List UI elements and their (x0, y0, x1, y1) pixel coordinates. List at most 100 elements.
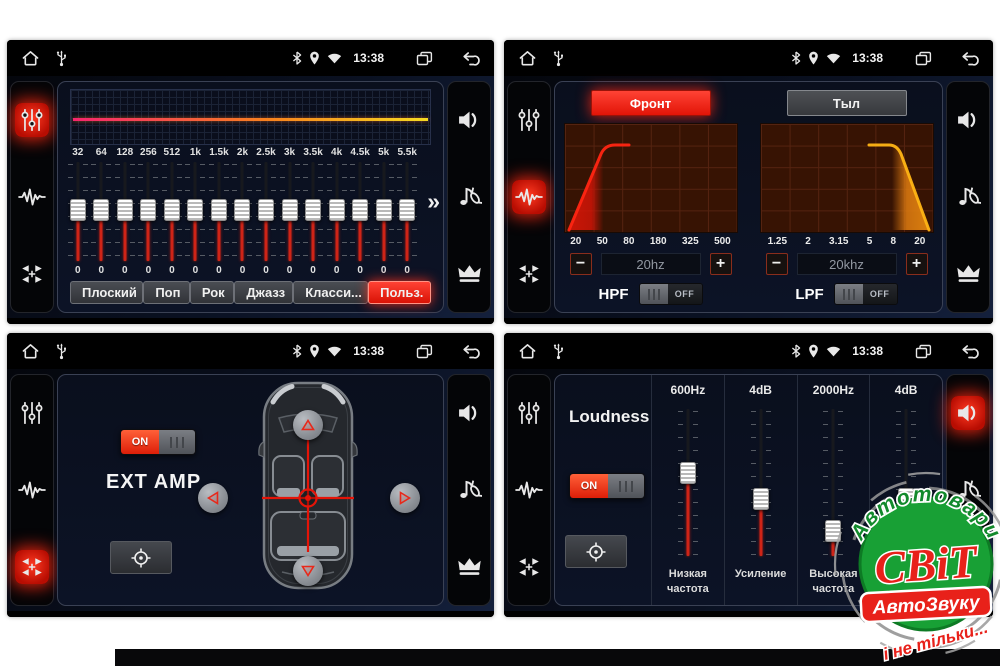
recents-icon[interactable] (416, 51, 433, 66)
toolbar-equalizer-button[interactable] (512, 103, 546, 137)
loudness-reset-button[interactable] (565, 535, 627, 568)
toolbar-volume-button[interactable] (452, 103, 486, 137)
eq-band-slider[interactable] (208, 160, 230, 264)
eq-band-slider[interactable] (137, 160, 159, 264)
slider-knob[interactable] (680, 462, 696, 484)
eq-band-slider[interactable] (161, 160, 183, 264)
balance-center-button[interactable] (110, 541, 172, 574)
hpf-plus-button[interactable]: + (710, 253, 732, 275)
toolbar-volume-button[interactable] (452, 396, 486, 430)
hpf-minus-button[interactable]: − (570, 253, 592, 275)
home-icon[interactable] (518, 50, 537, 67)
lpf-switch[interactable]: OFF (834, 283, 898, 305)
toolbar-balance-button[interactable] (15, 550, 49, 584)
toolbar-crown-button[interactable] (452, 550, 486, 584)
toolbar-volume-button[interactable] (951, 103, 985, 137)
back-icon[interactable] (461, 344, 480, 359)
slider-red-fill (217, 217, 220, 261)
music-speaker-icon (456, 478, 482, 502)
preset-button[interactable]: Польз. (368, 281, 431, 304)
slider-knob[interactable] (164, 199, 180, 221)
toolbar-balance-button[interactable] (15, 257, 49, 291)
slider-knob[interactable] (234, 199, 250, 221)
lpf-plus-button[interactable]: + (906, 253, 928, 275)
preset-button[interactable]: Плоский (70, 281, 143, 304)
toolbar-volume-button[interactable] (951, 396, 985, 430)
slider-knob[interactable] (70, 199, 86, 221)
preset-button[interactable]: Поп (143, 281, 190, 304)
slider-knob[interactable] (282, 199, 298, 221)
eq-band: 4k0 (325, 147, 349, 278)
eq-band-slider[interactable] (231, 160, 253, 264)
more-bands-button[interactable]: » (427, 190, 440, 213)
slider-knob[interactable] (305, 199, 321, 221)
toolbar-waveform-button[interactable] (15, 473, 49, 507)
toolbar-music-speaker-button[interactable] (951, 180, 985, 214)
eq-band-slider[interactable] (279, 160, 301, 264)
back-icon[interactable] (960, 344, 979, 359)
status-indicators: 13:38 (292, 344, 480, 359)
fader-rear-button[interactable] (293, 556, 323, 586)
toolbar-waveform-button[interactable] (512, 473, 546, 507)
slider-knob[interactable] (399, 199, 415, 221)
toolbar-equalizer-button[interactable] (512, 396, 546, 430)
hpf-switch[interactable]: OFF (639, 283, 703, 305)
eq-band-slider[interactable] (255, 160, 277, 264)
slider-knob[interactable] (187, 199, 203, 221)
home-icon[interactable] (518, 343, 537, 360)
toolbar-equalizer-button[interactable] (15, 396, 49, 430)
slider-knob[interactable] (376, 199, 392, 221)
home-icon[interactable] (21, 50, 40, 67)
loudness-slider[interactable] (677, 407, 699, 559)
screen-balance: 13:38 ON EXT AMP (7, 333, 494, 617)
lpf-label: LPF (795, 286, 823, 303)
eq-band-slider[interactable] (184, 160, 206, 264)
slider-knob[interactable] (352, 199, 368, 221)
toolbar-balance-button[interactable] (512, 257, 546, 291)
tab-front[interactable]: Фронт (591, 90, 711, 116)
back-icon[interactable] (461, 51, 480, 66)
loudness-toggle[interactable]: ON (569, 473, 645, 499)
eq-band-slider[interactable] (373, 160, 395, 264)
slider-knob[interactable] (753, 488, 769, 510)
toolbar-balance-button[interactable] (512, 550, 546, 584)
eq-band-slider[interactable] (67, 160, 89, 264)
toolbar-crown-button[interactable] (452, 257, 486, 291)
lpf-minus-button[interactable]: − (766, 253, 788, 275)
toolbar-equalizer-button[interactable] (15, 103, 49, 137)
eq-band-slider[interactable] (114, 160, 136, 264)
slider-knob[interactable] (258, 199, 274, 221)
slider-knob[interactable] (329, 199, 345, 221)
preset-button[interactable]: Джазз (234, 281, 293, 304)
eq-band-frequency: 2k (237, 147, 248, 160)
slider-knob[interactable] (117, 199, 133, 221)
back-icon[interactable] (960, 51, 979, 66)
recents-icon[interactable] (915, 51, 932, 66)
eq-band-slider[interactable] (302, 160, 324, 264)
recents-icon[interactable] (416, 344, 433, 359)
recents-icon[interactable] (915, 344, 932, 359)
eq-band-slider[interactable] (396, 160, 418, 264)
preset-button[interactable]: Рок (190, 281, 234, 304)
slider-knob[interactable] (140, 199, 156, 221)
toolbar-waveform-button[interactable] (15, 180, 49, 214)
toolbar-music-speaker-button[interactable] (452, 473, 486, 507)
preset-button[interactable]: Класси... (293, 281, 368, 304)
balance-left-button[interactable] (198, 483, 228, 513)
slider-knob[interactable] (93, 199, 109, 221)
status-indicators: 13:38 (292, 51, 480, 66)
eq-band-slider[interactable] (326, 160, 348, 264)
toolbar-music-speaker-button[interactable] (452, 180, 486, 214)
loudness-slider[interactable] (750, 407, 772, 559)
eq-band-slider[interactable] (349, 160, 371, 264)
slider-knob[interactable] (211, 199, 227, 221)
toolbar-crown-button[interactable] (951, 257, 985, 291)
toolbar-waveform-button[interactable] (512, 180, 546, 214)
home-icon[interactable] (21, 343, 40, 360)
fader-front-button[interactable] (293, 410, 323, 440)
eq-band-slider[interactable] (90, 160, 112, 264)
status-bar: 13:38 (7, 333, 494, 369)
balance-right-button[interactable] (390, 483, 420, 513)
ext-amp-toggle[interactable]: ON (120, 429, 196, 455)
tab-rear[interactable]: Тыл (787, 90, 907, 116)
